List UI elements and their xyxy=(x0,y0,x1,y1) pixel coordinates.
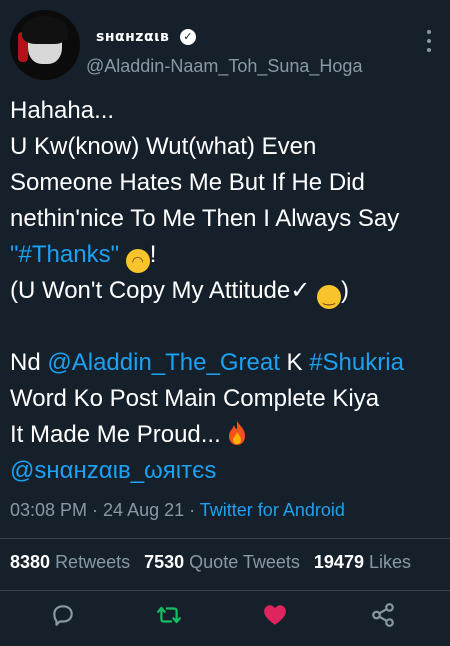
tweet-line: It Made Me Proud... xyxy=(10,417,440,453)
quote-tweets-stat[interactable]: 7530 Quote Tweets xyxy=(144,552,300,572)
tweet-line: Word Ko Post Main Complete Kiya xyxy=(10,385,380,412)
user-handle[interactable]: @Aladdin-Naam_Toh_Suna_Hoga xyxy=(86,56,362,77)
divider xyxy=(0,538,450,539)
retweets-label: Retweets xyxy=(55,552,131,572)
mention-link[interactable]: @Aladdin_The_Great xyxy=(47,349,280,376)
quotes-label: Quote Tweets xyxy=(189,552,300,572)
more-options-icon[interactable] xyxy=(426,30,432,52)
tweet-text-fragment: ! xyxy=(149,241,157,268)
tweet-line: @ѕнαнzαιв_ωяιтєѕ xyxy=(10,453,440,489)
tweet-text: Hahaha... U Kw(know) Wut(what) Even Some… xyxy=(10,93,440,489)
tweet-line: nethin'nice To Me Then I Always Say xyxy=(10,205,400,232)
retweet-icon[interactable] xyxy=(156,602,182,628)
mention-link[interactable]: @ѕнαнzαιв_ωяιтєѕ xyxy=(10,457,216,484)
verified-badge-icon: ✓ xyxy=(179,28,196,45)
quotes-count: 7530 xyxy=(144,552,185,572)
share-icon[interactable] xyxy=(370,602,396,628)
avatar[interactable] xyxy=(10,10,80,80)
winking-face-emoji-icon: ‿ xyxy=(317,285,342,309)
divider xyxy=(0,590,450,591)
tweet-actions xyxy=(0,596,450,632)
timestamp[interactable]: 03:08 PM · 24 Aug 21 · xyxy=(10,500,200,520)
hashtag-link[interactable]: #Thanks xyxy=(19,241,111,268)
quote-mark: " xyxy=(10,241,19,268)
tweet-line: U Kw(know) Wut(what) Even xyxy=(10,133,317,160)
tweet-line: Someone Hates Me But If He Did xyxy=(10,169,365,196)
tweet-line: (U Won't Copy My Attitude✓ ‿) xyxy=(10,273,440,309)
tweet-text-fragment: (U Won't Copy My Attitude✓ xyxy=(10,277,318,304)
tweet-meta: 03:08 PM · 24 Aug 21 · Twitter for Andro… xyxy=(10,500,345,521)
tweet-text-fragment: K xyxy=(279,349,310,376)
tweet-stats: 8380 Retweets 7530 Quote Tweets 19479 Like… xyxy=(10,552,411,573)
retweets-stat[interactable]: 8380 Retweets xyxy=(10,552,130,572)
tweet-line: Hahaha... xyxy=(10,97,115,124)
source-link[interactable]: Twitter for Android xyxy=(200,500,345,520)
tweet-line: "#Thanks" ◠! xyxy=(10,237,440,273)
upside-down-face-emoji-icon: ◠ xyxy=(125,249,150,273)
tweet-line: Nd @Aladdin_The_Great K #Shukria xyxy=(10,345,440,381)
tweet-text-fragment: It Made Me Proud... xyxy=(10,421,221,448)
tweet-text-fragment: Nd xyxy=(10,349,48,376)
like-heart-icon[interactable] xyxy=(262,602,288,628)
likes-label: Likes xyxy=(368,552,412,572)
reply-icon[interactable] xyxy=(50,602,76,628)
hashtag-link[interactable]: #Shukria xyxy=(309,349,404,376)
retweets-count: 8380 xyxy=(10,552,51,572)
avatar-hair xyxy=(22,16,68,44)
tweet-text-fragment: ) xyxy=(341,277,350,304)
display-name[interactable]: ѕнαнzαιв xyxy=(96,29,169,45)
quote-mark: " xyxy=(110,241,126,268)
fire-emoji-icon xyxy=(229,421,246,445)
author-name-row[interactable]: ѕнαнzαιв ✓ xyxy=(96,28,196,46)
likes-stat[interactable]: 19479 Likes xyxy=(314,552,411,572)
likes-count: 19479 xyxy=(313,552,364,572)
